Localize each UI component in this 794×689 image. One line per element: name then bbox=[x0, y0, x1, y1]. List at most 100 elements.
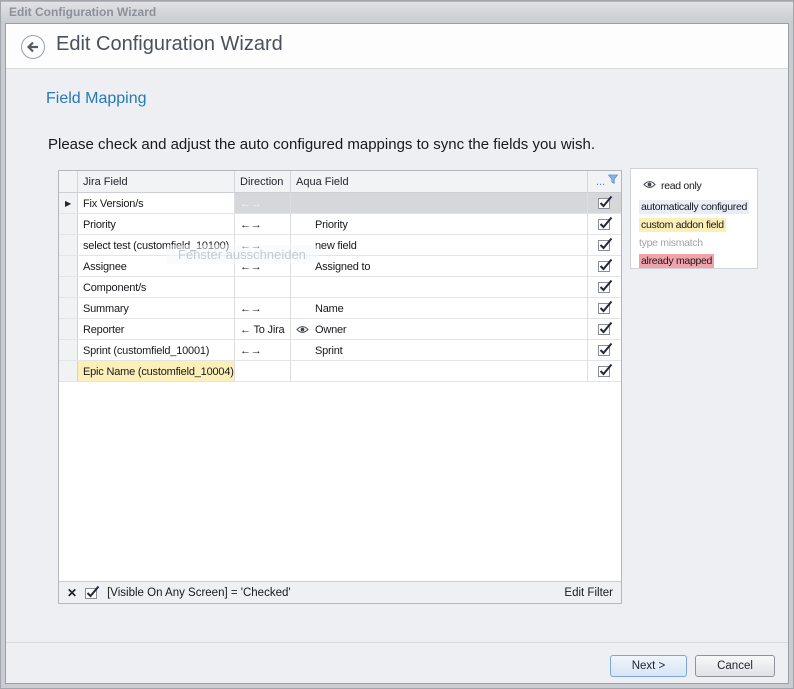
visible-checkbox-cell bbox=[588, 340, 621, 360]
filter-enabled-checkbox[interactable] bbox=[84, 585, 100, 600]
table-row[interactable]: Summary←→Name bbox=[59, 298, 621, 319]
table-row[interactable]: Component/s bbox=[59, 277, 621, 298]
legend-item: type mismatch bbox=[639, 234, 757, 252]
table-row[interactable]: ▶ Fix Version/s←→ bbox=[59, 193, 621, 214]
row-checkbox[interactable] bbox=[597, 363, 613, 381]
legend-item: already mapped bbox=[639, 252, 757, 269]
grid-header-row: Jira Field Direction Aqua Field ... bbox=[59, 171, 621, 193]
column-header-aqua-field[interactable]: Aqua Field bbox=[291, 171, 588, 192]
legend-item-label: automatically configured bbox=[639, 200, 749, 214]
table-row[interactable]: select test (customfield_10100)←→new fie… bbox=[59, 235, 621, 256]
window-title: Edit Configuration Wizard bbox=[9, 5, 156, 19]
filter-expression-text: [Visible On Any Screen] = 'Checked' bbox=[107, 587, 291, 599]
back-button[interactable] bbox=[20, 34, 46, 60]
table-row[interactable]: Assignee←→Assigned to bbox=[59, 256, 621, 277]
row-selector-cell bbox=[59, 214, 78, 234]
direction-cell: ←→ bbox=[235, 298, 291, 318]
row-marker-icon: ▶ bbox=[65, 199, 71, 208]
visible-checkbox-cell bbox=[588, 277, 621, 297]
instruction-text: Please check and adjust the auto configu… bbox=[48, 136, 595, 153]
jira-field-cell: Epic Name (customfield_10004) bbox=[78, 361, 235, 381]
table-row[interactable]: Priority←→Priority bbox=[59, 214, 621, 235]
aqua-field-cell: Assigned to bbox=[291, 256, 588, 276]
direction-cell: ← To Jira bbox=[235, 319, 291, 339]
section-title: Field Mapping bbox=[46, 90, 147, 108]
row-selector-cell bbox=[59, 319, 78, 339]
legend-item-label: read only bbox=[661, 177, 702, 195]
direction-cell: ←→ bbox=[235, 235, 291, 255]
dialog-header: Edit Configuration Wizard bbox=[6, 24, 788, 69]
mapping-legend: read only automatically configured custom … bbox=[630, 168, 758, 269]
direction-cell: ←→ bbox=[235, 340, 291, 360]
row-selector-cell bbox=[59, 277, 78, 297]
row-checkbox[interactable] bbox=[597, 321, 613, 339]
eye-icon bbox=[643, 177, 656, 195]
filter-funnel-icon[interactable] bbox=[608, 174, 618, 187]
edit-filter-link[interactable]: Edit Filter bbox=[564, 587, 613, 599]
row-checkbox[interactable] bbox=[597, 300, 613, 318]
table-row[interactable]: Epic Name (customfield_10004) bbox=[59, 361, 621, 382]
aqua-field-cell: Priority bbox=[291, 214, 588, 234]
jira-field-cell: Reporter bbox=[78, 319, 235, 339]
column-header-selector bbox=[59, 171, 78, 192]
next-button[interactable]: Next > bbox=[610, 655, 687, 677]
visible-checkbox-cell bbox=[588, 319, 621, 339]
legend-item-label: custom addon field bbox=[639, 218, 726, 232]
legend-item-label: type mismatch bbox=[639, 237, 703, 249]
clear-filter-icon[interactable]: ✕ bbox=[67, 587, 77, 599]
aqua-field-cell: Owner bbox=[291, 319, 588, 339]
field-mapping-grid: Jira Field Direction Aqua Field ... ▶ Fix… bbox=[58, 170, 622, 604]
row-checkbox[interactable] bbox=[597, 237, 613, 255]
table-row[interactable]: Sprint (customfield_10001)←→Sprint bbox=[59, 340, 621, 361]
jira-field-cell: Assignee bbox=[78, 256, 235, 276]
row-checkbox[interactable] bbox=[597, 258, 613, 276]
jira-field-cell: Priority bbox=[78, 214, 235, 234]
column-header-visible[interactable]: ... bbox=[588, 171, 621, 192]
row-checkbox[interactable] bbox=[597, 342, 613, 360]
jira-field-cell: Sprint (customfield_10001) bbox=[78, 340, 235, 360]
jira-field-cell: Fix Version/s bbox=[78, 193, 235, 213]
row-selector-cell bbox=[59, 235, 78, 255]
row-selector-cell bbox=[59, 298, 78, 318]
visible-checkbox-cell bbox=[588, 214, 621, 234]
row-selector-cell: ▶ bbox=[59, 193, 78, 213]
direction-cell: ←→ bbox=[235, 214, 291, 234]
back-arrow-icon bbox=[20, 34, 46, 60]
grid-rows: ▶Fix Version/s←→Priority←→Priorityselect… bbox=[59, 193, 621, 382]
footer-divider bbox=[6, 642, 788, 643]
row-selector-cell bbox=[59, 256, 78, 276]
column-header-direction[interactable]: Direction bbox=[235, 171, 291, 192]
direction-cell: ←→ bbox=[235, 193, 291, 213]
row-selector-cell bbox=[59, 340, 78, 360]
column-header-ellipsis: ... bbox=[596, 176, 605, 188]
row-checkbox[interactable] bbox=[597, 195, 613, 213]
cancel-button[interactable]: Cancel bbox=[695, 655, 775, 677]
aqua-field-cell bbox=[291, 277, 588, 297]
grid-filter-bar: ✕ [Visible On Any Screen] = 'Checked' Ed… bbox=[59, 581, 621, 603]
jira-field-cell: Summary bbox=[78, 298, 235, 318]
visible-checkbox-cell bbox=[588, 298, 621, 318]
visible-checkbox-cell bbox=[588, 235, 621, 255]
direction-cell: ←→ bbox=[235, 256, 291, 276]
direction-cell bbox=[235, 361, 291, 381]
jira-field-cell: Component/s bbox=[78, 277, 235, 297]
aqua-field-cell bbox=[291, 193, 588, 213]
legend-item: read only bbox=[639, 177, 757, 195]
legend-item: automatically configured bbox=[639, 198, 757, 216]
column-header-jira-field[interactable]: Jira Field bbox=[78, 171, 235, 192]
visible-checkbox-cell bbox=[588, 193, 621, 213]
aqua-field-cell: Name bbox=[291, 298, 588, 318]
aqua-field-cell: new field bbox=[291, 235, 588, 255]
row-checkbox[interactable] bbox=[597, 279, 613, 297]
legend-item-label: already mapped bbox=[639, 254, 714, 268]
window-titlebar[interactable]: Edit Configuration Wizard bbox=[1, 1, 793, 23]
row-checkbox[interactable] bbox=[597, 216, 613, 234]
wizard-dialog: Edit Configuration Wizard Field Mapping … bbox=[5, 23, 789, 684]
visible-checkbox-cell bbox=[588, 256, 621, 276]
visible-checkbox-cell bbox=[588, 361, 621, 381]
jira-field-cell: select test (customfield_10100) bbox=[78, 235, 235, 255]
table-row[interactable]: Reporter← To JiraOwner bbox=[59, 319, 621, 340]
page-title: Edit Configuration Wizard bbox=[56, 33, 283, 56]
legend-item: custom addon field bbox=[639, 216, 757, 234]
row-selector-cell bbox=[59, 361, 78, 381]
